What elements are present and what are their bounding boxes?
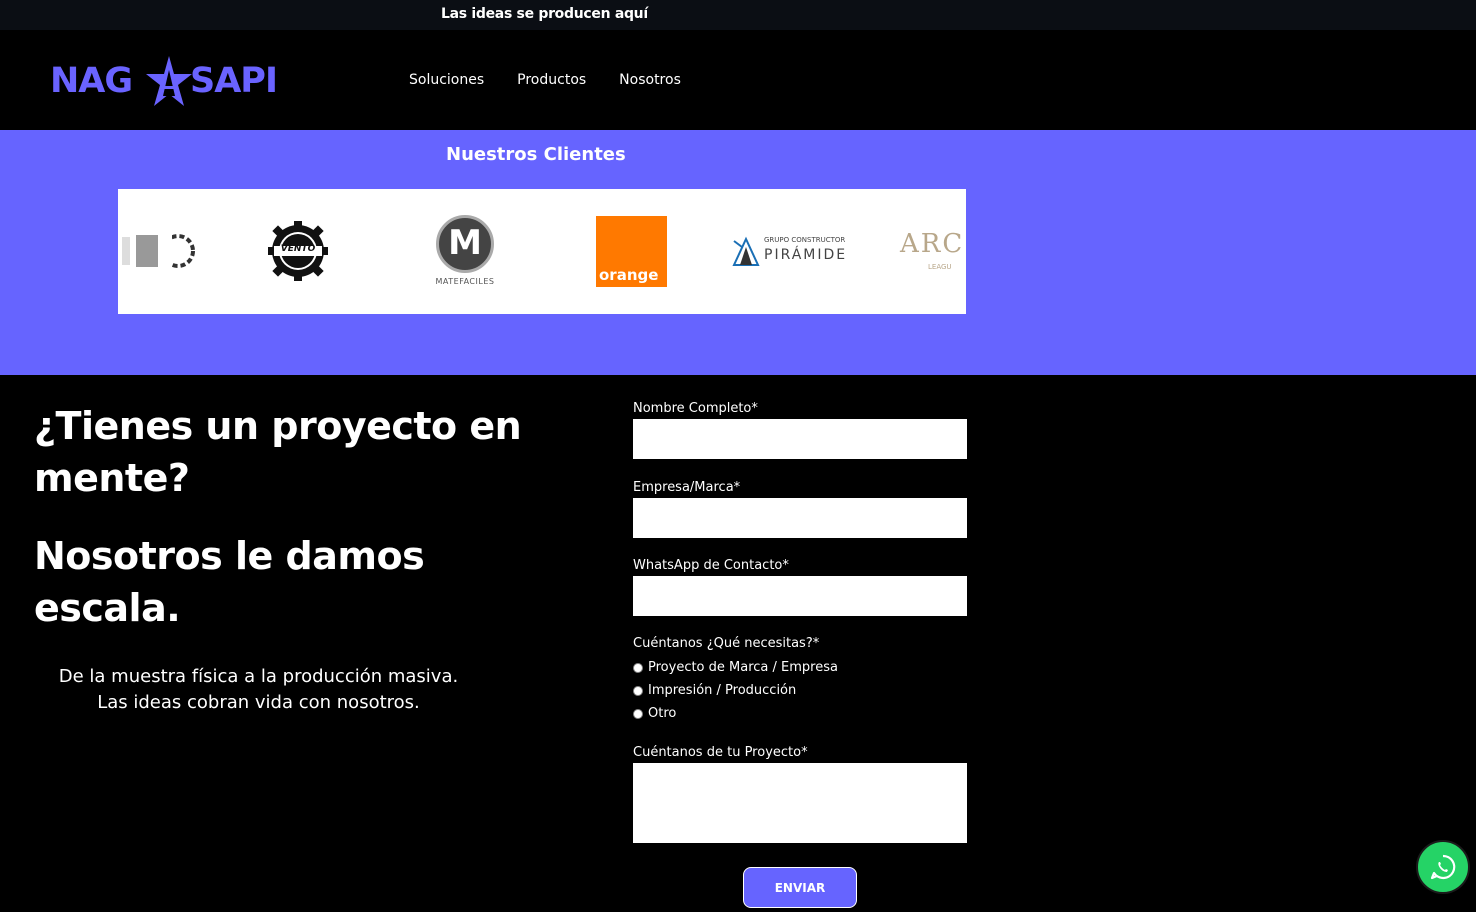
- whatsapp-button[interactable]: [1416, 840, 1470, 894]
- hero-description: De la muestra física a la producción mas…: [34, 664, 483, 716]
- project-textarea[interactable]: [633, 763, 967, 843]
- whatsapp-icon: [1430, 854, 1456, 880]
- client-logo-arc: ARC LEAGU: [900, 229, 966, 273]
- name-label: Nombre Completo*: [633, 401, 758, 416]
- whatsapp-label: WhatsApp de Contacto*: [633, 558, 789, 573]
- needs-label: Cuéntanos ¿Qué necesitas?*: [633, 636, 820, 651]
- client-logo-vento: VENTO: [268, 221, 328, 281]
- site-logo[interactable]: NAG SAPI: [50, 56, 295, 108]
- client-logo-partial: [122, 234, 195, 268]
- client-logo-piramide: GRUPO CONSTRUCTOR PIRÁMIDE: [732, 233, 872, 269]
- clients-section: Nuestros Clientes VENTO M MATEFACILES or…: [0, 130, 1476, 375]
- radio-label: Impresión / Producción: [648, 683, 797, 698]
- radio-option-other[interactable]: Otro: [633, 706, 676, 721]
- client-logo-orange: orange: [596, 216, 667, 287]
- submit-button[interactable]: ENVIAR: [743, 867, 857, 908]
- radio-label: Otro: [648, 706, 677, 721]
- piramide-text: PIRÁMIDE: [764, 247, 848, 263]
- radio-option-brand[interactable]: Proyecto de Marca / Empresa: [633, 660, 838, 675]
- arc-logo-text: ARC: [900, 229, 965, 259]
- logo-text-right: SAPI: [190, 61, 278, 101]
- site-header: NAG SAPI Soluciones Productos Nosotros: [0, 30, 1476, 130]
- star-icon: [146, 56, 192, 106]
- radio-button[interactable]: [633, 685, 643, 696]
- pyramid-icon: [732, 236, 760, 266]
- hero-description-line2: Las ideas cobran vida con nosotros.: [97, 692, 420, 713]
- radio-label: Proyecto de Marca / Empresa: [648, 660, 838, 675]
- announcement-bar: Las ideas se producen aquí: [0, 0, 1476, 30]
- radio-button[interactable]: [633, 662, 643, 673]
- arc-subtext: LEAGU: [928, 263, 952, 271]
- matefaciles-text: MATEFACILES: [435, 277, 495, 286]
- matefaciles-mark-letter: M: [448, 223, 482, 263]
- logo-text-left: NAG: [50, 61, 133, 101]
- announcement-text: Las ideas se producen aquí: [441, 6, 648, 22]
- piramide-subtext: GRUPO CONSTRUCTOR: [764, 236, 846, 244]
- radio-button[interactable]: [633, 708, 643, 719]
- nav-item-productos[interactable]: Productos: [517, 72, 586, 88]
- clients-carousel[interactable]: VENTO M MATEFACILES orange GRUPO CONSTRU…: [118, 189, 966, 314]
- client-logo-matefaciles: M MATEFACILES: [428, 215, 502, 289]
- vento-logo-text: VENTO: [280, 244, 316, 254]
- company-label: Empresa/Marca*: [633, 480, 741, 495]
- project-label: Cuéntanos de tu Proyecto*: [633, 745, 808, 760]
- hero-description-line1: De la muestra física a la producción mas…: [58, 666, 459, 687]
- radio-option-printing[interactable]: Impresión / Producción: [633, 683, 796, 698]
- name-input[interactable]: [633, 419, 967, 459]
- company-input[interactable]: [633, 498, 967, 538]
- orange-logo-text: orange: [599, 266, 659, 284]
- whatsapp-input[interactable]: [633, 576, 967, 616]
- hero-heading: ¿Tienes un proyecto en mente?: [34, 404, 522, 500]
- clients-title: Nuestros Clientes: [446, 144, 626, 165]
- hero-subheading: Nosotros le damos escala.: [34, 534, 425, 630]
- nav-item-nosotros[interactable]: Nosotros: [619, 72, 681, 88]
- main-nav: Soluciones Productos Nosotros: [409, 72, 681, 88]
- nav-item-soluciones[interactable]: Soluciones: [409, 72, 484, 88]
